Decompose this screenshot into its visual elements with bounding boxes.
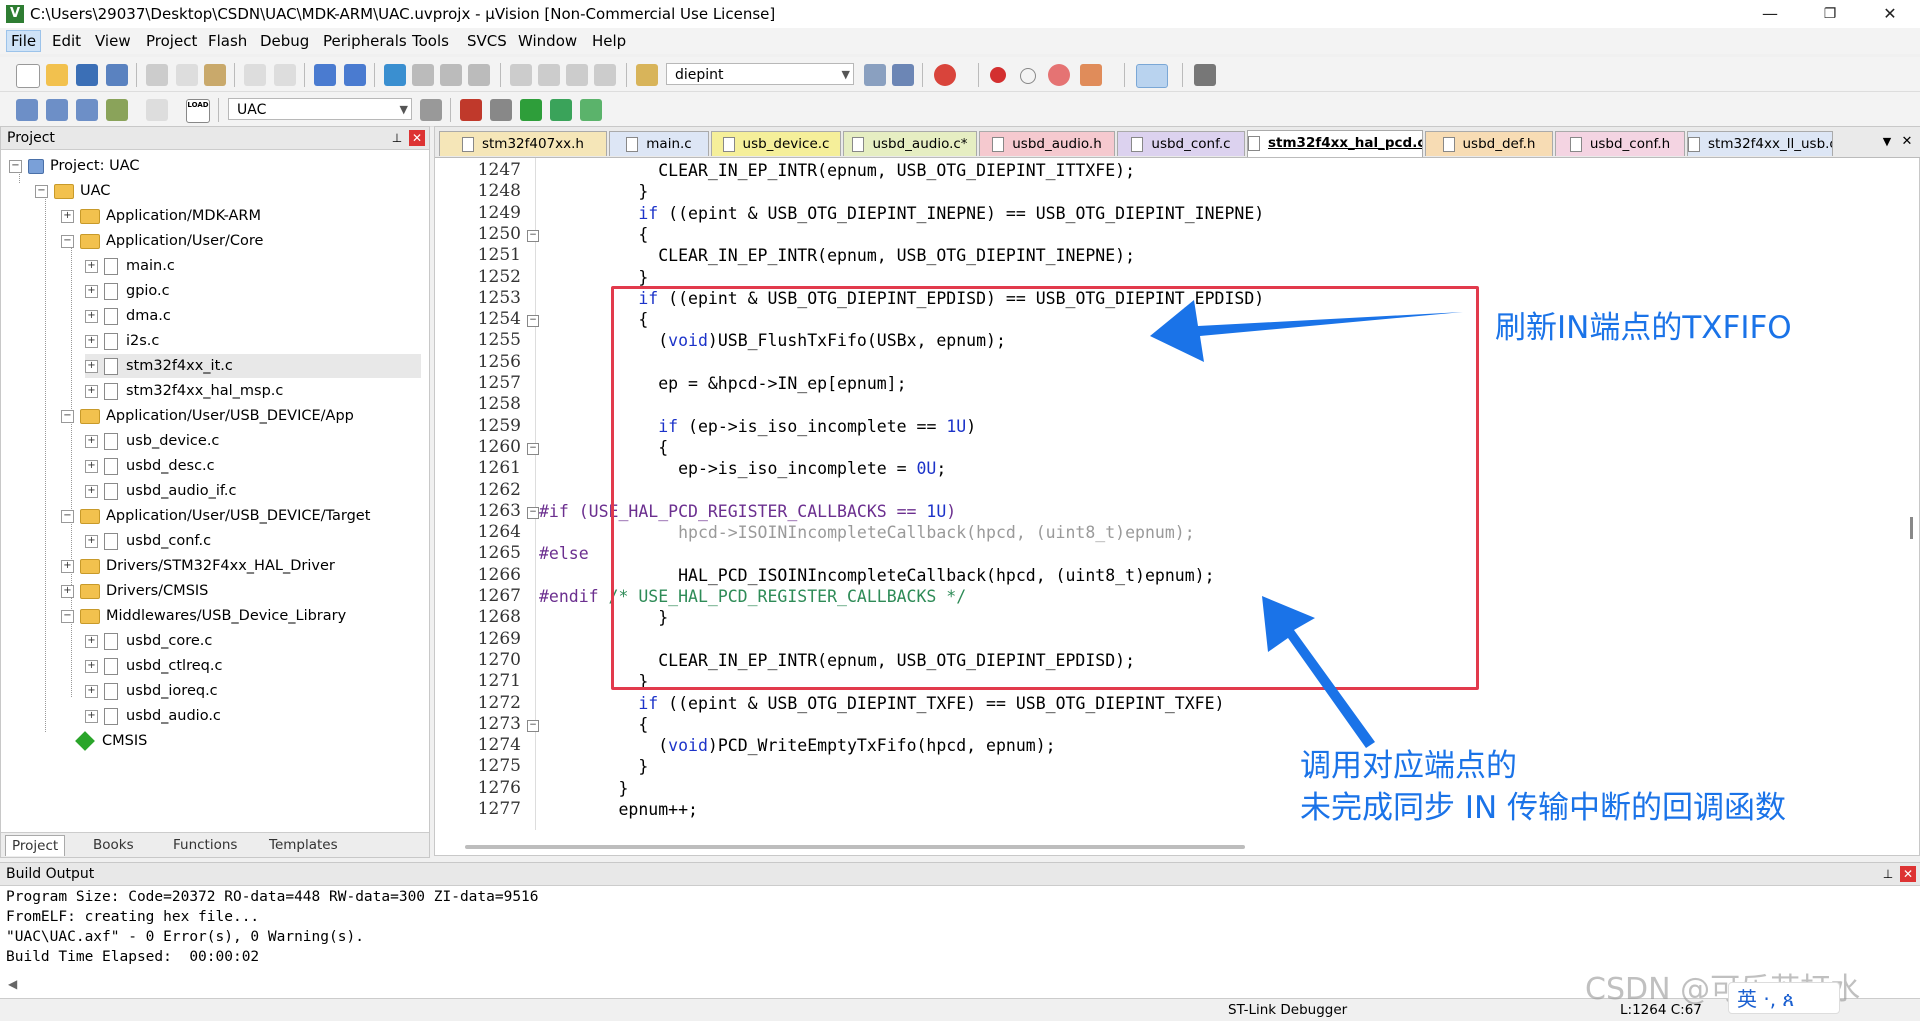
build-line: "UAC\UAC.axf" - 0 Error(s), 0 Warning(s)… bbox=[6, 929, 364, 945]
ime-indicator[interactable]: 英 ·, ጰ bbox=[1728, 982, 1840, 1014]
arrow-to-flush bbox=[1150, 300, 1463, 362]
callback-annotation-line2: 未完成同步 IN 传输中断的回调函数 bbox=[1300, 790, 1787, 826]
flush-annotation: 刷新IN端点的TXFIFO bbox=[1495, 310, 1792, 346]
build-line: Program Size: Code=20372 RO-data=448 RW-… bbox=[6, 889, 539, 905]
build-line: Build Time Elapsed: 00:00:02 bbox=[6, 949, 260, 965]
build-line: FromELF: creating hex file... bbox=[6, 909, 260, 925]
scroll-left-icon[interactable]: ◀ bbox=[8, 977, 17, 991]
build-output-title: Build Output bbox=[6, 866, 95, 882]
arrow-to-callback bbox=[1262, 596, 1375, 748]
status-debugger: ST-Link Debugger bbox=[1228, 1002, 1348, 1018]
build-close-button[interactable]: ✕ bbox=[1900, 866, 1916, 882]
callback-annotation-line1: 调用对应端点的 bbox=[1300, 748, 1517, 784]
build-output-header: Build Output ⊥ ✕ bbox=[0, 863, 1920, 886]
pin-icon[interactable]: ⊥ bbox=[1880, 866, 1896, 882]
